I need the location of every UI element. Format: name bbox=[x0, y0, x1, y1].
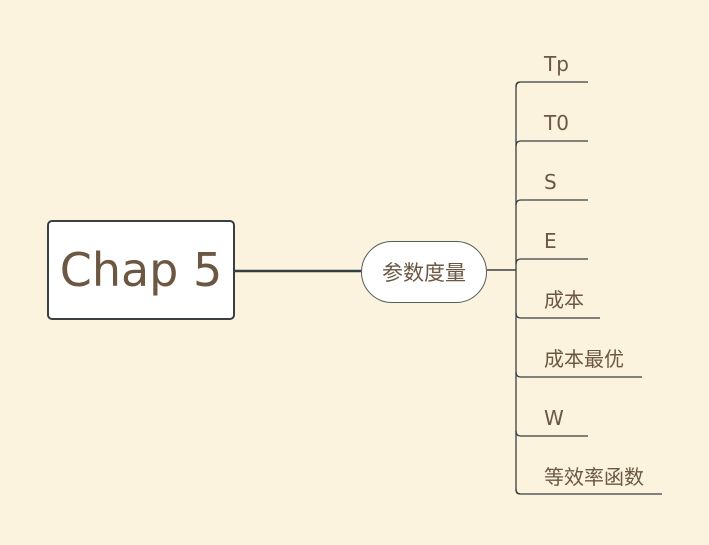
underline-tp bbox=[515, 81, 588, 88]
underline-isoefficiency bbox=[515, 488, 662, 495]
underline-cost-optimal bbox=[515, 371, 642, 378]
subtopic-w[interactable]: W bbox=[544, 406, 564, 430]
subtopic-underlines bbox=[515, 81, 662, 495]
subtopic-cost-optimal[interactable]: 成本最优 bbox=[544, 347, 624, 371]
underline-e bbox=[515, 258, 588, 265]
underline-t0 bbox=[515, 140, 588, 147]
subtopic-t0[interactable]: T0 bbox=[544, 111, 569, 135]
subtopic-s[interactable]: S bbox=[544, 170, 557, 194]
underline-cost bbox=[515, 312, 600, 319]
underline-s bbox=[515, 199, 588, 206]
central-topic-label: Chap 5 bbox=[59, 243, 223, 297]
subtopic-tp[interactable]: Tp bbox=[544, 52, 569, 76]
subtopic-isoefficiency-function[interactable]: 等效率函数 bbox=[544, 465, 644, 489]
subtopic-cost[interactable]: 成本 bbox=[544, 288, 584, 312]
main-topic-label: 参数度量 bbox=[382, 261, 466, 285]
subtopic-e[interactable]: E bbox=[544, 229, 557, 253]
underline-w bbox=[515, 430, 588, 437]
central-topic[interactable]: Chap 5 bbox=[47, 220, 235, 320]
main-topic-parameter-metrics[interactable]: 参数度量 bbox=[361, 241, 487, 303]
